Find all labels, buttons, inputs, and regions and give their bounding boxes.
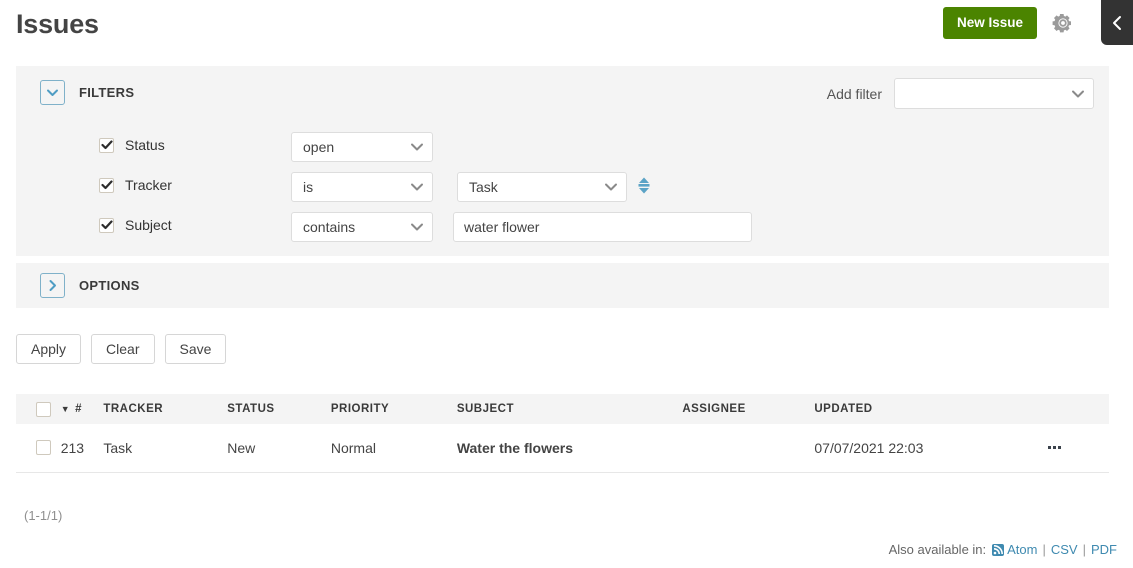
row-checkbox[interactable]: [36, 440, 51, 456]
filter-label-status: Status: [125, 137, 165, 153]
clear-button[interactable]: Clear: [91, 334, 155, 364]
chevron-down-icon: [46, 88, 59, 97]
filter-subject-group: Subject: [99, 217, 172, 233]
filter-operator-subject-value: contains: [303, 219, 356, 235]
sort-updown-icon[interactable]: [637, 177, 651, 194]
filters-toggle-button[interactable]: [40, 80, 65, 105]
row-actions-cell: [1048, 424, 1109, 473]
also-available-in: Also available in: Atom | CSV | PDF: [889, 542, 1117, 557]
filter-operator-tracker-value: is: [303, 179, 314, 195]
filter-label-tracker: Tracker: [125, 177, 172, 193]
atom-link[interactable]: Atom: [1007, 542, 1037, 557]
filter-value-tracker[interactable]: Task: [457, 172, 627, 202]
header-tracker[interactable]: TRACKER: [103, 394, 228, 424]
sidebar-toggle-button[interactable]: [1101, 0, 1133, 45]
filter-status-group: Status: [99, 137, 165, 153]
options-legend: OPTIONS: [40, 273, 140, 298]
filter-row-status: Status open: [16, 128, 1109, 168]
chevron-down-icon: [410, 222, 424, 232]
chevron-down-icon: [410, 142, 424, 152]
add-filter-select[interactable]: [894, 78, 1094, 109]
issues-table-head: ▼ # TRACKER STATUS PRIORITY SUBJECT ASSI…: [16, 394, 1109, 424]
sort-desc-icon: ▼: [60, 403, 71, 414]
check-icon: [100, 180, 113, 190]
filter-operator-subject[interactable]: contains: [291, 212, 433, 242]
filter-checkbox-tracker[interactable]: [99, 177, 114, 193]
issues-table: ▼ # TRACKER STATUS PRIORITY SUBJECT ASSI…: [16, 394, 1109, 473]
filter-label-subject: Subject: [125, 217, 172, 233]
header-assignee[interactable]: ASSIGNEE: [682, 394, 815, 424]
filter-value-tracker-value: Task: [469, 179, 498, 195]
table-header-row: ▼ # TRACKER STATUS PRIORITY SUBJECT ASSI…: [16, 394, 1109, 424]
filter-checkbox-status[interactable]: [99, 137, 114, 153]
check-icon: [100, 220, 113, 230]
row-id[interactable]: 213: [60, 424, 104, 473]
filter-rows: Status open Tracker is Task Subject cont…: [16, 128, 1109, 248]
row-assignee: [682, 424, 815, 473]
header-id[interactable]: ▼ #: [60, 394, 104, 424]
header-subject[interactable]: SUBJECT: [456, 394, 683, 424]
filter-value-subject-input[interactable]: [453, 212, 752, 242]
row-tracker: Task: [103, 424, 228, 473]
new-issue-button[interactable]: New Issue: [943, 7, 1037, 39]
table-row[interactable]: 213 Task New Normal Water the flowers 07…: [16, 424, 1109, 473]
options-toggle-button[interactable]: [40, 273, 65, 298]
footer-separator-1: |: [1042, 542, 1046, 557]
row-updated: 07/07/2021 22:03: [814, 424, 1048, 473]
issues-page: Issues New Issue FILTERS Add filter Stat…: [0, 0, 1133, 568]
filter-row-subject: Subject contains: [16, 208, 1109, 248]
issues-table-body: 213 Task New Normal Water the flowers 07…: [16, 424, 1109, 473]
filter-actions: Apply Clear Save: [16, 334, 227, 364]
filter-operator-status[interactable]: open: [291, 132, 433, 162]
header-select-all: [16, 394, 61, 424]
chevron-down-icon: [410, 182, 424, 192]
chevron-left-icon: [1110, 14, 1124, 32]
add-filter-label: Add filter: [826, 85, 882, 102]
add-filter-group: Add filter: [827, 78, 1094, 109]
pdf-link[interactable]: PDF: [1091, 542, 1117, 557]
header-status[interactable]: STATUS: [227, 394, 331, 424]
filter-operator-status-value: open: [303, 139, 335, 155]
also-available-label: Also available in:: [888, 542, 987, 557]
filters-legend: FILTERS: [40, 80, 134, 105]
check-icon: [100, 140, 113, 150]
save-button[interactable]: Save: [164, 334, 227, 364]
chevron-down-icon: [604, 182, 618, 192]
chevron-right-icon: [48, 279, 57, 292]
filter-tracker-group: Tracker: [99, 177, 172, 193]
ellipsis-icon[interactable]: [1048, 446, 1061, 450]
row-subject[interactable]: Water the flowers: [456, 424, 683, 473]
filter-row-tracker: Tracker is Task: [16, 168, 1109, 208]
chevron-down-icon: [1071, 89, 1085, 99]
header-updated[interactable]: UPDATED: [814, 394, 1048, 424]
filter-checkbox-subject[interactable]: [99, 217, 114, 233]
header-id-label: #: [75, 403, 83, 415]
footer-separator-2: |: [1082, 542, 1086, 557]
rss-icon: [992, 543, 1005, 556]
apply-button[interactable]: Apply: [16, 334, 82, 364]
page-title: Issues: [16, 9, 99, 39]
filters-panel: FILTERS Add filter Status open Tracker i…: [16, 66, 1109, 256]
filters-legend-label: FILTERS: [79, 85, 135, 100]
options-legend-label: OPTIONS: [79, 278, 140, 293]
page-header: Issues New Issue: [0, 0, 1133, 50]
row-select-cell: [16, 424, 61, 473]
filter-operator-tracker[interactable]: is: [291, 172, 433, 202]
header-priority[interactable]: PRIORITY: [330, 394, 457, 424]
row-priority: Normal: [330, 424, 457, 473]
pagination-range: (1-1/1): [24, 508, 63, 523]
gear-icon[interactable]: [1052, 12, 1074, 34]
row-status: New: [227, 424, 331, 473]
csv-link[interactable]: CSV: [1051, 542, 1078, 557]
select-all-checkbox[interactable]: [36, 401, 51, 417]
header-actions: [1048, 394, 1109, 424]
options-panel: OPTIONS: [16, 263, 1109, 308]
